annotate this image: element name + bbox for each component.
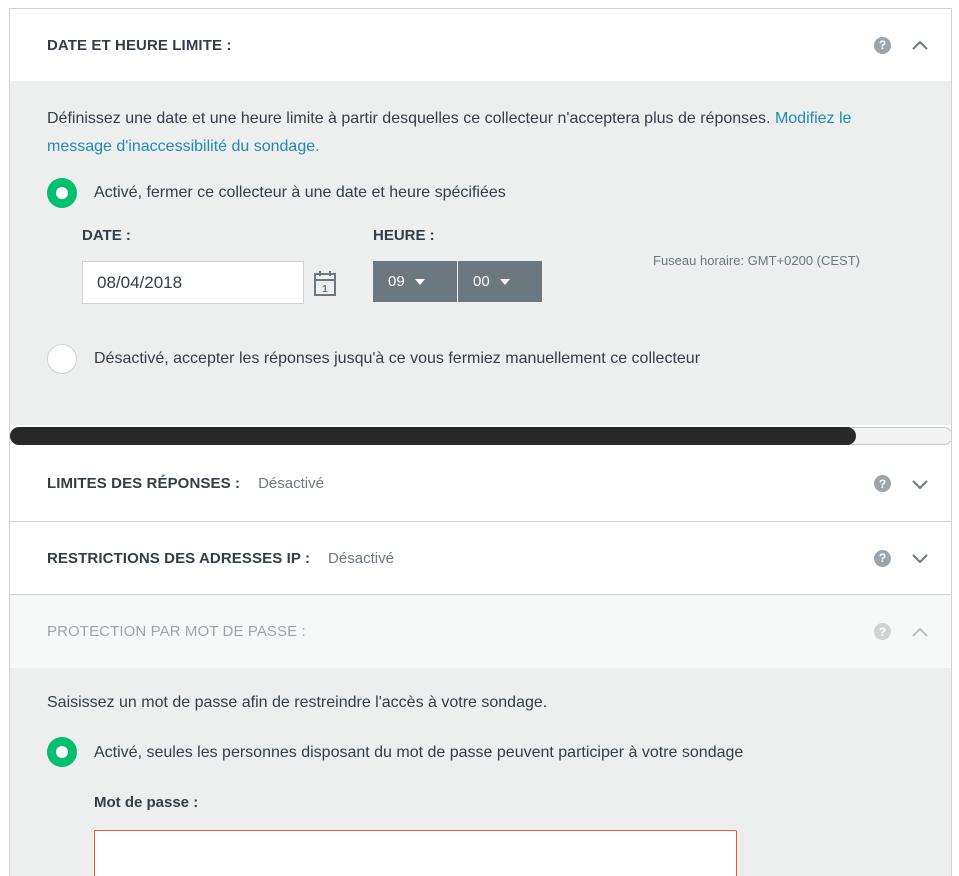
deadline-section-title: DATE ET HEURE LIMITE : bbox=[47, 36, 232, 54]
help-icon[interactable]: ? bbox=[874, 623, 891, 640]
response-limits-title: LIMITES DES RÉPONSES : bbox=[47, 475, 241, 492]
deadline-disabled-label[interactable]: Désactivé, accepter les réponses jusqu'à… bbox=[94, 350, 700, 368]
time-label: HEURE : bbox=[373, 227, 435, 244]
password-section-header[interactable]: PROTECTION PAR MOT DE PASSE : ? bbox=[10, 595, 951, 668]
chevron-down-icon bbox=[414, 278, 425, 285]
deadline-disabled-radio[interactable] bbox=[47, 344, 77, 374]
chevron-down-icon bbox=[499, 278, 510, 285]
calendar-icon[interactable]: 1 bbox=[313, 269, 337, 297]
password-section-body: Saisissez un mot de passe afin de restre… bbox=[10, 668, 951, 876]
help-icon[interactable]: ? bbox=[874, 475, 891, 492]
timezone-text: Fuseau horaire: GMT+0200 (CEST) bbox=[653, 253, 860, 268]
password-description: Saisissez un mot de passe afin de restre… bbox=[47, 694, 548, 711]
password-header-icons: ? bbox=[874, 623, 929, 640]
deadline-section-body: Définissez une date et une heure limite … bbox=[10, 81, 951, 425]
deadline-section-header[interactable]: DATE ET HEURE LIMITE : ? bbox=[10, 9, 951, 81]
response-limits-icons: ? bbox=[874, 475, 929, 492]
collector-options-panel: DATE ET HEURE LIMITE : ? Définissez une … bbox=[9, 8, 952, 876]
minute-value: 00 bbox=[473, 273, 490, 290]
password-input[interactable] bbox=[94, 830, 737, 876]
hour-value: 09 bbox=[388, 273, 405, 290]
deadline-enabled-label[interactable]: Activé, fermer ce collecteur à une date … bbox=[94, 184, 506, 202]
minute-select[interactable]: 00 bbox=[458, 261, 542, 302]
date-input[interactable]: 08/04/2018 bbox=[82, 261, 304, 304]
chevron-up-icon[interactable] bbox=[911, 626, 929, 638]
password-enabled-radio[interactable] bbox=[47, 737, 77, 767]
deadline-header-icons: ? bbox=[874, 36, 929, 54]
response-limits-status: Désactivé bbox=[258, 475, 324, 492]
help-icon[interactable]: ? bbox=[874, 36, 891, 54]
scrollbar-thumb[interactable] bbox=[10, 427, 856, 445]
ip-restrictions-status: Désactivé bbox=[328, 549, 394, 567]
password-section-title: PROTECTION PAR MOT DE PASSE : bbox=[47, 623, 306, 640]
calendar-day: 1 bbox=[322, 284, 328, 295]
date-label: DATE : bbox=[82, 227, 131, 244]
ip-restrictions-icons: ? bbox=[874, 549, 929, 567]
hour-select[interactable]: 09 bbox=[373, 261, 457, 302]
password-field-label: Mot de passe : bbox=[94, 794, 199, 811]
deadline-description: Définissez une date et une heure limite … bbox=[47, 110, 852, 155]
response-limits-header[interactable]: LIMITES DES RÉPONSES : Désactivé ? bbox=[10, 447, 951, 520]
ip-restrictions-title: RESTRICTIONS DES ADRESSES IP : bbox=[47, 549, 311, 567]
chevron-up-icon[interactable] bbox=[911, 39, 929, 51]
horizontal-scrollbar[interactable] bbox=[10, 425, 951, 447]
help-icon[interactable]: ? bbox=[874, 549, 891, 567]
deadline-enabled-radio[interactable] bbox=[47, 178, 77, 208]
password-enabled-label[interactable]: Activé, seules les personnes disposant d… bbox=[94, 744, 743, 762]
chevron-down-icon[interactable] bbox=[911, 478, 929, 490]
chevron-down-icon[interactable] bbox=[911, 552, 929, 564]
ip-restrictions-header[interactable]: RESTRICTIONS DES ADRESSES IP : Désactivé… bbox=[10, 522, 951, 594]
